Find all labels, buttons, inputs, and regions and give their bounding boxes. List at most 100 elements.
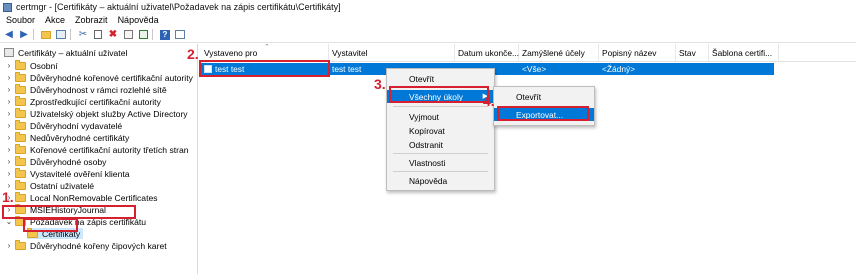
cell-purposes: <Vše> bbox=[522, 64, 547, 74]
copy-icon[interactable] bbox=[92, 29, 104, 40]
folder-icon bbox=[15, 179, 26, 190]
cell-issuer: test test bbox=[332, 64, 362, 74]
step-number-3: 3. bbox=[374, 76, 386, 92]
step-number-2: 2. bbox=[187, 46, 199, 62]
col-issued-to-label: Vystaveno pro bbox=[204, 47, 258, 58]
up-folder-icon[interactable] bbox=[40, 29, 52, 40]
col-template[interactable]: Šablona certifi... bbox=[709, 44, 779, 61]
chevron-right-icon[interactable]: › bbox=[5, 133, 13, 142]
tree-item-trusted-publishers[interactable]: › Důvěryhodní vydavatelé bbox=[5, 119, 123, 131]
certificates-root-icon bbox=[4, 48, 14, 57]
chevron-right-icon[interactable]: › bbox=[5, 61, 13, 70]
toolbar-separator bbox=[152, 29, 153, 40]
menu-item-cut[interactable]: Vyjmout bbox=[387, 110, 494, 123]
chevron-right-icon[interactable]: › bbox=[5, 169, 13, 178]
chevron-right-icon[interactable]: › bbox=[5, 241, 13, 250]
annotation-box-all-tasks bbox=[389, 86, 489, 103]
tree-item-client-auth-issuers[interactable]: › Vystavitelé ověření klienta bbox=[5, 167, 130, 179]
col-purposes-label: Zamýšlené účely bbox=[522, 47, 585, 58]
tree-item-label: Uživatelský objekt služby Active Directo… bbox=[30, 108, 188, 119]
tree-item-label: Důvěryhodné kořeny čipových karet bbox=[30, 240, 167, 251]
menu-separator bbox=[393, 153, 488, 154]
tree-item-label: Ostatní uživatelé bbox=[30, 180, 95, 191]
cut-icon[interactable]: ✂ bbox=[77, 29, 89, 40]
tree-item-label: Důvěryhodné kořenové certifikační autori… bbox=[30, 72, 193, 83]
chevron-right-icon[interactable]: › bbox=[5, 73, 13, 82]
tree-item-label: Nedůvěryhodné certifikáty bbox=[30, 132, 130, 143]
delete-icon[interactable]: ✖ bbox=[107, 29, 119, 40]
folder-icon bbox=[15, 119, 26, 130]
col-template-label: Šablona certifi... bbox=[712, 47, 773, 58]
menu-akce[interactable]: Akce bbox=[45, 15, 65, 25]
chevron-right-icon[interactable]: › bbox=[5, 157, 13, 166]
col-purposes[interactable]: Zamýšlené účely bbox=[519, 44, 599, 61]
tree-item-other-people[interactable]: › Ostatní uživatelé bbox=[5, 179, 95, 191]
col-expiration-label: Datum ukonče... bbox=[458, 47, 519, 58]
submenu-item-open[interactable]: Otevřít bbox=[494, 90, 594, 103]
tree-root[interactable]: Certifikáty – aktuální uživatel bbox=[4, 47, 127, 58]
annotation-box-row bbox=[199, 60, 330, 77]
col-issuer[interactable]: Vystavitel bbox=[329, 44, 455, 61]
menu-bar: Soubor Akce Zobrazit Nápověda bbox=[0, 14, 856, 26]
show-hide-tree-icon[interactable] bbox=[55, 29, 67, 40]
tree-item-label: Kořenové certifikační autority třetích s… bbox=[30, 144, 189, 155]
certmgr-app-icon bbox=[3, 2, 12, 12]
col-friendly-name-label: Popisný název bbox=[602, 47, 657, 58]
tree-item-local-nonremovable[interactable]: › Local NonRemovable Certificates bbox=[5, 191, 158, 203]
col-issuer-label: Vystavitel bbox=[332, 47, 368, 58]
annotation-box-enrollment bbox=[2, 205, 136, 219]
toolbar-separator bbox=[33, 29, 34, 40]
col-friendly-name[interactable]: Popisný název bbox=[599, 44, 676, 61]
annotation-box-certifikaty bbox=[23, 218, 78, 232]
menu-soubor[interactable]: Soubor bbox=[6, 15, 35, 25]
back-arrow-icon[interactable]: ◀ bbox=[3, 29, 15, 40]
tree-item-enterprise-trust[interactable]: › Důvěryhodnost v rámci rozlehlé sítě bbox=[5, 83, 167, 95]
menu-separator bbox=[393, 106, 488, 107]
tree-item-label: Vystavitelé ověření klienta bbox=[30, 168, 130, 179]
folder-icon bbox=[15, 83, 26, 94]
certificate-list: Vystaveno pro ⌃ Vystavitel Datum ukonče..… bbox=[201, 44, 856, 274]
col-status[interactable]: Stav bbox=[676, 44, 709, 61]
step-number-1: 1. bbox=[2, 189, 14, 205]
tree-item-ad-user-object[interactable]: › Uživatelský objekt služby Active Direct… bbox=[5, 107, 188, 119]
folder-icon bbox=[15, 167, 26, 178]
chevron-right-icon[interactable]: › bbox=[5, 145, 13, 154]
col-status-label: Stav bbox=[679, 47, 696, 58]
menu-item-copy[interactable]: Kopírovat bbox=[387, 124, 494, 137]
tree-item-label: Důvěryhodnost v rámci rozlehlé sítě bbox=[30, 84, 167, 95]
chevron-right-icon[interactable]: › bbox=[5, 85, 13, 94]
export-list-icon[interactable] bbox=[137, 29, 149, 40]
folder-icon bbox=[15, 191, 26, 202]
col-expiration[interactable]: Datum ukonče... bbox=[455, 44, 519, 61]
tree-item-trusted-people[interactable]: › Důvěryhodné osoby bbox=[5, 155, 106, 167]
window-title: certmgr - [Certifikáty – aktuální uživat… bbox=[16, 2, 341, 12]
tree-item-untrusted[interactable]: › Nedůvěryhodné certifikáty bbox=[5, 131, 130, 143]
menu-item-help[interactable]: Nápověda bbox=[387, 174, 494, 187]
folder-icon bbox=[15, 155, 26, 166]
menu-napoveda[interactable]: Nápověda bbox=[118, 15, 159, 25]
menu-zobrazit[interactable]: Zobrazit bbox=[75, 15, 108, 25]
tree-item-osobni[interactable]: › Osobní bbox=[5, 59, 58, 71]
mmc-view-icon[interactable] bbox=[174, 29, 186, 40]
chevron-right-icon[interactable]: › bbox=[5, 97, 13, 106]
tree-item-label: Důvěryhodní vydavatelé bbox=[30, 120, 123, 131]
menu-item-open[interactable]: Otevřít bbox=[387, 72, 494, 85]
chevron-right-icon[interactable]: › bbox=[5, 109, 13, 118]
menu-item-delete[interactable]: Odstranit bbox=[387, 138, 494, 151]
folder-icon bbox=[15, 107, 26, 118]
folder-icon bbox=[15, 239, 26, 250]
chevron-right-icon[interactable]: › bbox=[5, 121, 13, 130]
tree-item-intermediate-ca[interactable]: › Zprostředkující certifikační autority bbox=[5, 95, 161, 107]
menu-separator bbox=[393, 171, 488, 172]
help-icon[interactable]: ? bbox=[159, 29, 171, 40]
tree-item-trusted-root[interactable]: › Důvěryhodné kořenové certifikační autor… bbox=[5, 71, 193, 83]
forward-arrow-icon[interactable]: ▶ bbox=[18, 29, 30, 40]
menu-item-properties[interactable]: Vlastnosti bbox=[387, 156, 494, 169]
folder-icon bbox=[15, 143, 26, 154]
tree-item-third-party-root[interactable]: › Kořenové certifikační autority třetích … bbox=[5, 143, 189, 155]
folder-icon bbox=[15, 131, 26, 142]
title-bar: certmgr - [Certifikáty – aktuální uživat… bbox=[0, 0, 856, 14]
properties-icon[interactable] bbox=[122, 29, 134, 40]
tree-item-smart-card-roots[interactable]: › Důvěryhodné kořeny čipových karet bbox=[5, 239, 167, 251]
col-issued-to[interactable]: Vystaveno pro ⌃ bbox=[201, 44, 329, 61]
